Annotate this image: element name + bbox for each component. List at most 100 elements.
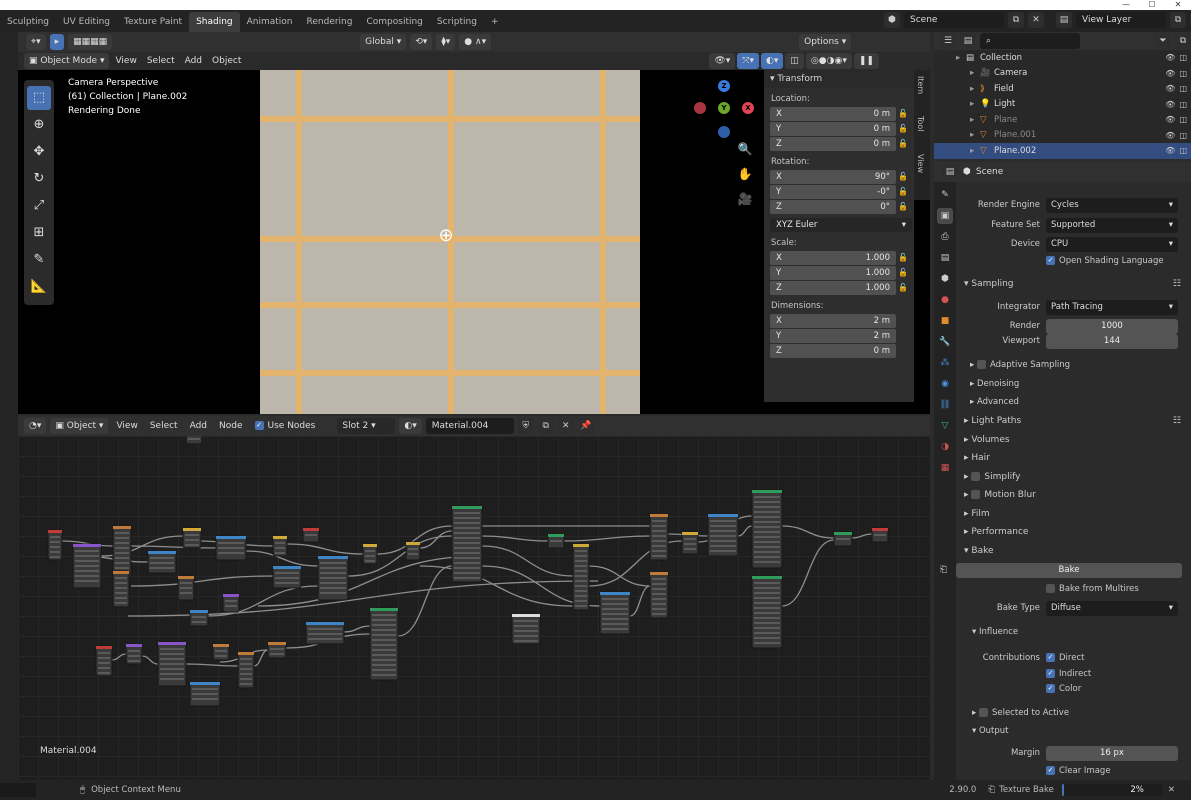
camera-render-icon[interactable]: ◫: [1179, 100, 1187, 109]
tab-rendering[interactable]: Rendering: [300, 12, 360, 32]
rotate-tool-icon[interactable]: ↻: [27, 167, 51, 191]
shader-node[interactable]: [272, 535, 288, 557]
shader-node[interactable]: [707, 513, 739, 557]
tab-tool[interactable]: Tool: [916, 116, 925, 132]
visibility-icon[interactable]: 👁: [1165, 84, 1175, 93]
shader-node[interactable]: [317, 555, 349, 601]
volumes-panel[interactable]: ▸ Volumes: [958, 432, 1191, 448]
light-paths-panel[interactable]: ▸ Light Paths ☷: [958, 413, 1191, 429]
expand-icon[interactable]: ▸: [970, 130, 980, 140]
lock-icon[interactable]: 🔓: [896, 202, 910, 211]
gizmo-x-icon[interactable]: X: [742, 102, 754, 114]
motion-blur-panel[interactable]: ▸ Motion Blur: [958, 487, 1191, 503]
gizmo-z-icon[interactable]: Z: [718, 80, 730, 92]
overlay-toggle-icon[interactable]: ◐▾: [761, 53, 784, 69]
feature-set-dropdown[interactable]: Supported ▾: [1046, 217, 1178, 233]
gizmo-neg-x-icon[interactable]: [694, 102, 706, 114]
viewport-menu-add[interactable]: Add: [181, 56, 206, 66]
lock-icon[interactable]: 🔓: [896, 109, 910, 118]
clear-image-checkbox[interactable]: ✓ Clear Image: [1046, 766, 1111, 776]
fake-user-icon[interactable]: ⛨: [517, 418, 534, 434]
bake-type-dropdown[interactable]: Diffuse ▾: [1046, 600, 1178, 616]
shader-node[interactable]: [649, 513, 669, 561]
new-collection-icon[interactable]: ⧉: [1175, 33, 1191, 49]
shader-node[interactable]: [95, 645, 113, 677]
tab-texture-paint[interactable]: Texture Paint: [117, 12, 189, 32]
measure-tool-icon[interactable]: 📐: [27, 275, 51, 299]
shader-node[interactable]: [572, 543, 590, 611]
viewport-menu-view[interactable]: View: [111, 56, 140, 66]
simplify-panel[interactable]: ▸ Simplify: [958, 469, 1191, 485]
scale-x-field[interactable]: X 1.000: [770, 250, 896, 265]
data-tab-icon[interactable]: ▽: [937, 418, 953, 434]
view-layer-tab-icon[interactable]: ▤: [937, 250, 953, 266]
visibility-icon[interactable]: 👁: [1165, 100, 1175, 109]
direct-checkbox[interactable]: ✓ Direct: [1046, 653, 1084, 663]
remove-scene-icon[interactable]: ✕: [1028, 12, 1044, 28]
pivot-icon[interactable]: ⟲▾: [410, 34, 433, 50]
cancel-job-icon[interactable]: ✕: [1168, 785, 1175, 795]
influence-subpanel[interactable]: ▾ Influence: [972, 625, 1018, 639]
slot-dropdown[interactable]: Slot 2 ▾: [337, 418, 396, 434]
film-panel[interactable]: ▸ Film: [958, 506, 1191, 522]
shader-node[interactable]: [222, 593, 240, 613]
editor-type-button[interactable]: ⌖▾: [26, 34, 46, 50]
visibility-icon[interactable]: 👁▾: [709, 53, 736, 69]
shader-node[interactable]: [362, 543, 378, 565]
shader-node[interactable]: [157, 641, 187, 687]
tool-tab-icon[interactable]: ✎: [937, 187, 953, 203]
expand-icon[interactable]: ▸: [956, 53, 966, 63]
output-tab-icon[interactable]: ⎙: [937, 229, 953, 245]
material-browse-icon[interactable]: ◐▾: [399, 418, 422, 434]
render-engine-dropdown[interactable]: Cycles ▾: [1046, 197, 1178, 213]
device-dropdown[interactable]: CPU ▾: [1046, 236, 1178, 252]
select-tool-icon[interactable]: ⬚: [27, 86, 51, 110]
lock-icon[interactable]: 🔓: [896, 124, 910, 133]
shader-type-dropdown[interactable]: ▣ Object ▾: [50, 418, 109, 434]
outliner-type-icon[interactable]: ☰: [940, 33, 956, 49]
physics-tab-icon[interactable]: ◉: [937, 376, 953, 392]
visibility-icon[interactable]: 👁: [1165, 146, 1175, 155]
shader-node[interactable]: [267, 641, 287, 659]
new-view-layer-icon[interactable]: ⧉: [1170, 12, 1186, 28]
shader-node[interactable]: [302, 527, 320, 543]
rotation-y-field[interactable]: Y -0°: [770, 184, 896, 199]
lock-icon[interactable]: 🔓: [896, 283, 910, 292]
display-mode-icon[interactable]: ▤: [960, 33, 976, 49]
outliner-item-camera[interactable]: ▸ 🎥 Camera 👁 ◫: [934, 66, 1191, 82]
integrator-dropdown[interactable]: Path Tracing ▾: [1046, 299, 1178, 315]
shader-node[interactable]: [237, 651, 255, 689]
move-tool-icon[interactable]: ✥: [27, 140, 51, 164]
outliner-item-plane-001[interactable]: ▸ ▽ Plane.001 👁 ◫: [934, 128, 1191, 144]
node-menu-select[interactable]: Select: [146, 421, 182, 431]
particles-tab-icon[interactable]: ⁂: [937, 355, 953, 371]
viewport-samples-field[interactable]: 144: [1046, 333, 1178, 349]
shader-node[interactable]: [369, 607, 399, 681]
object-tab-icon[interactable]: ■: [937, 313, 953, 329]
lock-icon[interactable]: 🔓: [896, 139, 910, 148]
shader-node[interactable]: [47, 529, 63, 561]
color-checkbox[interactable]: ✓ Color: [1046, 684, 1081, 694]
outliner-item-plane[interactable]: ▸ ▽ Plane 👁 ◫: [934, 112, 1191, 128]
constraints-tab-icon[interactable]: ⛓: [937, 397, 953, 413]
shader-node[interactable]: [833, 531, 853, 547]
output-subpanel[interactable]: ▾ Output: [972, 724, 1009, 738]
view-layer-field[interactable]: View Layer: [1076, 12, 1166, 28]
3d-viewport[interactable]: ⊕ ⌖▾ ▸ ▦▦▦▦ Global ▾ ⟲▾ ⧫▾ ● ∧▾ Options …: [18, 32, 930, 414]
shader-node[interactable]: [511, 613, 541, 645]
node-graph[interactable]: [18, 416, 930, 780]
outliner-item-collection[interactable]: ▸ ▤ Collection 👁 ◫: [934, 50, 1191, 66]
location-x-field[interactable]: X 0 m: [770, 106, 896, 121]
shading-modes-icon[interactable]: ◎●◑◉▾: [805, 53, 852, 69]
minimize-icon[interactable]: —: [1113, 0, 1139, 10]
add-workspace-button[interactable]: +: [484, 12, 506, 32]
scale-tool-icon[interactable]: ⤢: [27, 194, 51, 218]
rotation-z-field[interactable]: Z 0°: [770, 199, 896, 214]
lock-icon[interactable]: 🔓: [896, 253, 910, 262]
shader-node[interactable]: [212, 643, 230, 661]
shader-node[interactable]: [125, 643, 143, 665]
camera-render-icon[interactable]: ◫: [1179, 146, 1187, 155]
texture-tab-icon[interactable]: ▦: [937, 460, 953, 476]
shader-node[interactable]: [751, 575, 783, 649]
indirect-checkbox[interactable]: ✓ Indirect: [1046, 669, 1091, 679]
